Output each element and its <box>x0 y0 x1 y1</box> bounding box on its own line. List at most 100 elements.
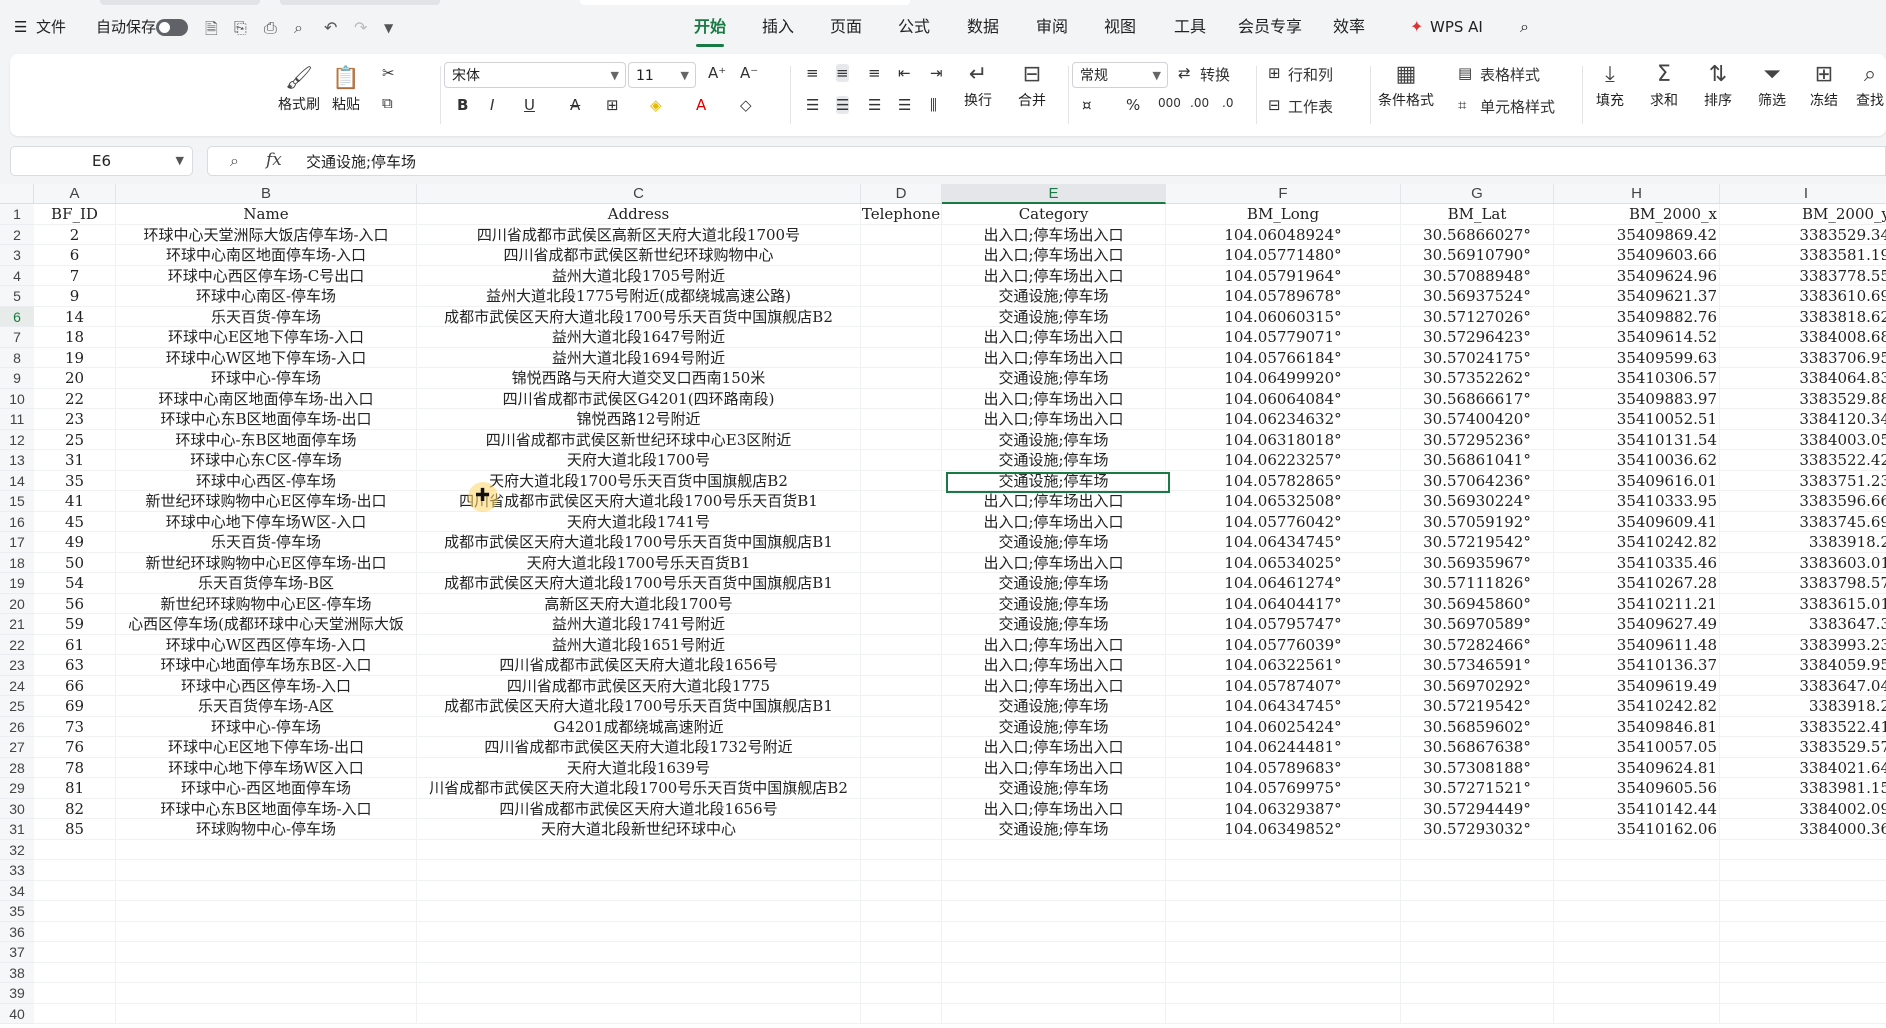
cell[interactable]: 35409616.01 <box>1554 470 1720 491</box>
cell[interactable]: 104.05776042° <box>1166 511 1401 532</box>
cell[interactable] <box>1720 860 1886 881</box>
find-button[interactable]: ⌕ 查找 <box>1856 62 1884 110</box>
cell[interactable] <box>1554 921 1720 942</box>
row-header-38[interactable]: 38 <box>0 962 34 983</box>
cell[interactable] <box>34 983 116 1004</box>
column-header-a[interactable]: A <box>34 184 116 204</box>
row-header-4[interactable]: 4 <box>0 265 34 286</box>
cell[interactable]: 出入口;停车场出入口 <box>942 675 1166 696</box>
cell[interactable]: 3384000.36 <box>1720 819 1886 840</box>
cell[interactable]: 环球中心南区地面停车场-出入口 <box>116 388 417 409</box>
zoom-icon[interactable]: ⌕ <box>230 151 239 171</box>
cell[interactable]: 四川省成都市武侯区天府大道北段1656号 <box>417 798 861 819</box>
cell[interactable]: 104.05771480° <box>1166 245 1401 266</box>
row-header-6[interactable]: 6 <box>0 306 34 327</box>
tab-view[interactable]: 视图 <box>1104 16 1136 38</box>
name-box[interactable]: E6 ▼ <box>10 146 193 176</box>
tab-home[interactable]: 开始 <box>694 16 726 47</box>
row-header-8[interactable]: 8 <box>0 347 34 368</box>
cell[interactable]: 交通设施;停车场 <box>942 306 1166 327</box>
align-left-icon[interactable]: ☰ <box>806 96 819 114</box>
cell[interactable]: 45 <box>34 511 116 532</box>
cell[interactable]: 18 <box>34 327 116 348</box>
cell[interactable]: 3383778.55 <box>1720 266 1886 286</box>
cell[interactable]: 环球中心-停车场 <box>116 368 417 389</box>
row-header-1[interactable]: 1 <box>0 204 34 225</box>
cell[interactable] <box>942 983 1166 1004</box>
doc-tab[interactable] <box>100 0 260 5</box>
cell[interactable]: 35409603.66 <box>1554 245 1720 266</box>
row-header-30[interactable]: 30 <box>0 798 34 819</box>
cell[interactable] <box>942 962 1166 983</box>
cell[interactable]: 3384021.64 <box>1720 758 1886 778</box>
cell[interactable]: 35409882.76 <box>1554 306 1720 327</box>
cell[interactable] <box>861 962 942 983</box>
cell[interactable] <box>1401 1003 1554 1024</box>
cell[interactable]: 环球中心-停车场 <box>116 716 417 737</box>
cell[interactable]: 交通设施;停车场 <box>942 778 1166 799</box>
cell[interactable] <box>861 552 942 573</box>
cell[interactable]: 54 <box>34 573 116 594</box>
cell[interactable]: 交通设施;停车场 <box>942 429 1166 450</box>
cell[interactable] <box>861 327 942 348</box>
cell[interactable]: 104.06060315° <box>1166 306 1401 327</box>
cell[interactable]: 30.57219542° <box>1401 696 1554 717</box>
row-header-28[interactable]: 28 <box>0 757 34 778</box>
cell[interactable]: 交通设施;停车场 <box>942 532 1166 553</box>
cell[interactable]: 25 <box>34 429 116 450</box>
cell[interactable]: 35409614.52 <box>1554 327 1720 348</box>
cell[interactable] <box>1401 942 1554 963</box>
indent-decrease-icon[interactable]: ⇤ <box>898 64 911 82</box>
cell[interactable]: 35409869.42 <box>1554 224 1720 245</box>
underline-button[interactable]: U <box>524 96 535 114</box>
cell[interactable]: 四川省成都市武侯区新世纪环球中心E3区附近 <box>417 429 861 450</box>
cell[interactable]: 69 <box>34 696 116 717</box>
row-header-22[interactable]: 22 <box>0 634 34 655</box>
column-header-c[interactable]: C <box>417 184 861 204</box>
cell[interactable]: 30.57064236° <box>1401 470 1554 491</box>
cell[interactable]: 出入口;停车场出入口 <box>942 409 1166 430</box>
cell[interactable]: 出入口;停车场出入口 <box>942 491 1166 512</box>
rows-cols-button[interactable]: 行和列 <box>1288 64 1333 85</box>
cell[interactable] <box>417 942 861 963</box>
cell[interactable]: 心西区停车场(成都环球中心天堂洲际大饭 <box>116 614 417 635</box>
freeze-button[interactable]: ⊞ 冻结 <box>1810 62 1838 110</box>
convert-icon[interactable]: ⇄ <box>1178 64 1191 82</box>
cell[interactable]: 104.05776039° <box>1166 634 1401 655</box>
cell[interactable] <box>417 839 861 860</box>
cell[interactable]: 3383529.88 <box>1720 389 1886 409</box>
cell[interactable]: 31 <box>34 450 116 471</box>
cell[interactable] <box>34 921 116 942</box>
search-icon[interactable]: ⌕ <box>1520 16 1529 38</box>
row-header-3[interactable]: 3 <box>0 245 34 266</box>
file-menu[interactable]: 文件 <box>36 16 66 38</box>
cell[interactable] <box>861 921 942 942</box>
format-painter-button[interactable]: 🖌 格式刷 <box>278 66 320 114</box>
cell[interactable]: 104.06532508° <box>1166 491 1401 512</box>
cell[interactable]: 3384120.34 <box>1720 409 1886 430</box>
cell[interactable]: 30.56937524° <box>1401 286 1554 307</box>
cell[interactable]: 四川省成都市武侯区天府大道北段1732号附近 <box>417 737 861 758</box>
cell[interactable]: 乐天百货-停车场 <box>116 532 417 553</box>
print-icon[interactable]: ⎙ <box>264 18 277 38</box>
cut-icon[interactable]: ✂ <box>382 64 395 82</box>
cell[interactable] <box>1166 1003 1401 1024</box>
align-middle-icon[interactable]: ≡ <box>836 64 849 82</box>
cell-style-icon[interactable]: ⌗ <box>1458 96 1466 114</box>
tab-efficiency[interactable]: 效率 <box>1333 16 1365 38</box>
cell[interactable]: 104.06349852° <box>1166 819 1401 840</box>
cell[interactable] <box>861 491 942 512</box>
print-preview-icon[interactable]: ⌕ <box>294 18 303 38</box>
cell[interactable]: 成都市武侯区天府大道北段1700号乐天百货中国旗舰店B1 <box>417 532 861 553</box>
cell[interactable] <box>417 921 861 942</box>
cell[interactable]: 益州大道北段1705号附近 <box>417 265 861 286</box>
cell[interactable] <box>861 696 942 717</box>
cell[interactable]: 乐天百货-停车场 <box>116 306 417 327</box>
cell[interactable] <box>116 880 417 901</box>
cell[interactable] <box>861 614 942 635</box>
cell[interactable]: 30.56935967° <box>1401 552 1554 573</box>
cell[interactable]: 82 <box>34 798 116 819</box>
cell[interactable]: 出入口;停车场出入口 <box>942 388 1166 409</box>
cell[interactable]: 35410267.28 <box>1554 573 1720 594</box>
header-cell[interactable]: Telephone <box>861 204 942 225</box>
